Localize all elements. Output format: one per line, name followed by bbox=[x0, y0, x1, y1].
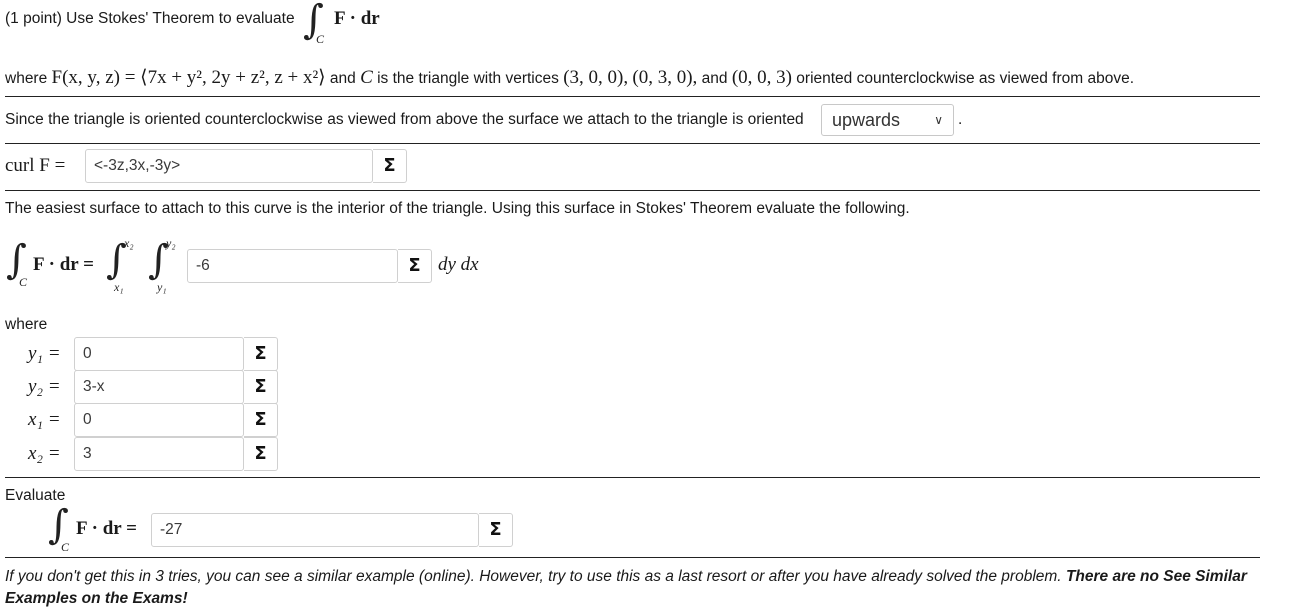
y2-input[interactable]: 3-x bbox=[74, 370, 244, 404]
outer-upper-limit: x₂ bbox=[124, 236, 134, 250]
final-answer-input[interactable]: -27 bbox=[151, 513, 479, 547]
integral-sign: ∫ bbox=[6, 237, 27, 283]
problem-intro: (1 point) Use Stokes' Theorem to evaluat… bbox=[5, 10, 295, 27]
and-word: and bbox=[329, 70, 356, 87]
sigma-button[interactable]: Σ bbox=[244, 403, 278, 437]
y1-input[interactable]: 0 bbox=[74, 337, 244, 371]
sigma-button[interactable]: Σ bbox=[373, 149, 407, 183]
vertex-3: (0, 0, 3) bbox=[731, 67, 792, 88]
footer-text: If you don't get this in 3 tries, you ca… bbox=[5, 568, 1062, 585]
vector-field-expression: F(x, y, z) = ⟨7x + y², 2y + z², z + x²⟩ bbox=[51, 67, 326, 88]
sigma-button[interactable]: Σ bbox=[244, 337, 278, 371]
where-label: where bbox=[5, 316, 48, 333]
outer-lower-limit: x₁ bbox=[114, 280, 124, 294]
divider bbox=[5, 477, 1260, 478]
chevron-down-icon: ∨ bbox=[934, 113, 943, 127]
vertex-2: (0, 3, 0), bbox=[632, 67, 698, 88]
x1-input[interactable]: 0 bbox=[74, 403, 244, 437]
footer-note: If you don't get this in 3 tries, you ca… bbox=[5, 566, 1255, 610]
bound-label-x2: x₂ = bbox=[28, 443, 61, 464]
inner-upper-limit: y₂ bbox=[166, 236, 176, 250]
and-word-2: and bbox=[701, 70, 728, 87]
curl-label: curl F = bbox=[5, 155, 66, 176]
orientation-selected: upwards bbox=[832, 110, 901, 130]
orientation-period: . bbox=[958, 111, 963, 128]
orientation-text: Since the triangle is oriented countercl… bbox=[5, 111, 804, 128]
differentials: dy dx bbox=[438, 254, 479, 275]
surface-description: The easiest surface to attach to this cu… bbox=[5, 200, 910, 217]
orientation-select[interactable]: upwards ∨ bbox=[821, 104, 954, 136]
bound-label-y2: y₂ = bbox=[28, 376, 61, 397]
sigma-button[interactable]: Σ bbox=[244, 437, 278, 471]
x2-input[interactable]: 3 bbox=[74, 437, 244, 471]
curl-input[interactable]: <-3z,3x,-3y> bbox=[85, 149, 373, 183]
divider bbox=[5, 190, 1260, 191]
where-word: where bbox=[5, 70, 48, 87]
lhs-integrand: F · dr = bbox=[33, 254, 94, 275]
bound-label-x1: x₁ = bbox=[28, 409, 61, 430]
orientation-text: oriented counterclockwise as viewed from… bbox=[796, 70, 1135, 87]
integral-subscript: C bbox=[61, 540, 70, 554]
divider bbox=[5, 143, 1260, 144]
divider bbox=[5, 96, 1260, 97]
integral-sign: ∫ bbox=[48, 502, 69, 548]
evaluate-integrand: F · dr = bbox=[76, 518, 137, 539]
bound-label-y1: y₁ = bbox=[28, 343, 61, 364]
divider bbox=[5, 557, 1260, 558]
sigma-button[interactable]: Σ bbox=[479, 513, 513, 547]
vertex-1: (3, 0, 0), bbox=[563, 67, 629, 88]
inner-lower-limit: y₁ bbox=[157, 280, 167, 294]
sigma-button[interactable]: Σ bbox=[244, 370, 278, 404]
sigma-button[interactable]: Σ bbox=[398, 249, 432, 283]
integral-subscript: C bbox=[316, 32, 325, 46]
integral-subscript: C bbox=[19, 275, 28, 289]
problem-statement: where F(x, y, z) = ⟨7x + y², 2y + z², z … bbox=[5, 66, 1134, 89]
triangle-text: is the triangle with vertices bbox=[377, 70, 559, 87]
integrand: F · dr bbox=[334, 8, 380, 29]
integrand-input[interactable]: -6 bbox=[187, 249, 398, 283]
curve-symbol: C bbox=[360, 67, 373, 88]
